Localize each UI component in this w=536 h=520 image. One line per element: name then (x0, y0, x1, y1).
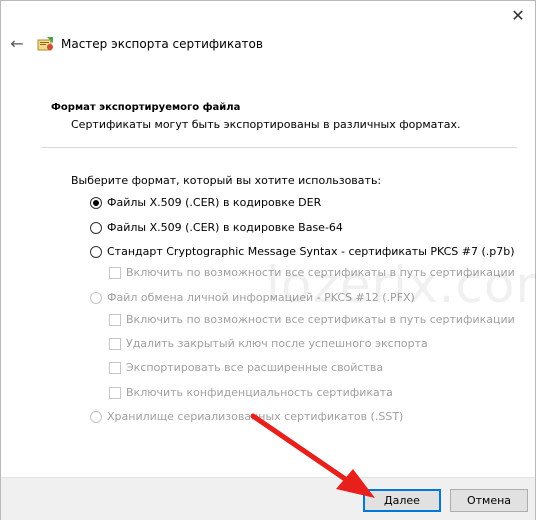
next-button[interactable]: Далее (363, 489, 441, 512)
radio-button[interactable] (90, 221, 102, 234)
checkbox-pkcs7-include-all: Включить по возможности все сертификаты … (109, 266, 515, 279)
watermark-text: lozerix.com (266, 256, 536, 314)
cancel-button[interactable]: Отмена (450, 489, 528, 512)
radio-pfx: Файл обмена личной информацией - PKCS #1… (90, 291, 415, 304)
checkbox (109, 266, 121, 279)
header-divider (41, 147, 517, 148)
checkbox (109, 313, 121, 326)
checkbox-delete-private-key: Удалить закрытый ключ после успешного эк… (109, 337, 428, 350)
back-arrow-icon[interactable]: ← (7, 31, 27, 55)
section-title: Формат экспортируемого файла (51, 102, 241, 113)
option-label: Включить конфиденциальность сертификата (126, 386, 393, 399)
radio-button (90, 410, 102, 423)
checkbox (109, 361, 121, 374)
wizard-header: ← Мастер экспорта сертификатов (1, 29, 535, 59)
close-icon[interactable]: ✕ (501, 1, 535, 29)
wizard-title: Мастер экспорта сертификатов (61, 37, 263, 51)
option-label: Удалить закрытый ключ после успешного эк… (126, 337, 428, 350)
section-subtitle: Сертификаты могут быть экспортированы в … (71, 118, 461, 131)
certificate-export-wizard-window: ✕ ← Мастер экспорта сертификатов Формат … (0, 0, 536, 520)
radio-button[interactable] (90, 245, 102, 258)
radio-pkcs7[interactable]: Стандарт Cryptographic Message Syntax - … (90, 245, 515, 258)
option-label: Хранилище сериализованных сертификатов (… (107, 410, 404, 423)
option-label: Файлы X.509 (.CER) в кодировке DER (107, 196, 322, 209)
option-label: Стандарт Cryptographic Message Syntax - … (107, 245, 515, 258)
radio-base64[interactable]: Файлы X.509 (.CER) в кодировке Base-64 (90, 221, 343, 234)
option-label: Включить по возможности все сертификаты … (126, 266, 515, 279)
checkbox (109, 337, 121, 350)
checkbox-pfx-include-all: Включить по возможности все сертификаты … (109, 313, 515, 326)
radio-button (90, 291, 102, 304)
format-prompt: Выберите формат, который вы хотите испол… (71, 174, 382, 187)
option-label: Файлы X.509 (.CER) в кодировке Base-64 (107, 221, 343, 234)
option-label: Экспортировать все расширенные свойства (126, 361, 384, 374)
radio-button[interactable] (90, 196, 102, 209)
checkbox-export-extended-properties: Экспортировать все расширенные свойства (109, 361, 383, 374)
checkbox (109, 386, 121, 399)
option-label: Включить по возможности все сертификаты … (126, 313, 515, 326)
radio-sst: Хранилище сериализованных сертификатов (… (90, 410, 403, 423)
wizard-footer: Далее Отмена (1, 477, 535, 520)
certificate-wizard-icon (37, 37, 53, 51)
option-label: Файл обмена личной информацией - PKCS #1… (107, 291, 415, 304)
checkbox-certificate-privacy: Включить конфиденциальность сертификата (109, 386, 393, 399)
red-arrow-annotation (250, 413, 375, 498)
radio-der[interactable]: Файлы X.509 (.CER) в кодировке DER (90, 196, 321, 209)
